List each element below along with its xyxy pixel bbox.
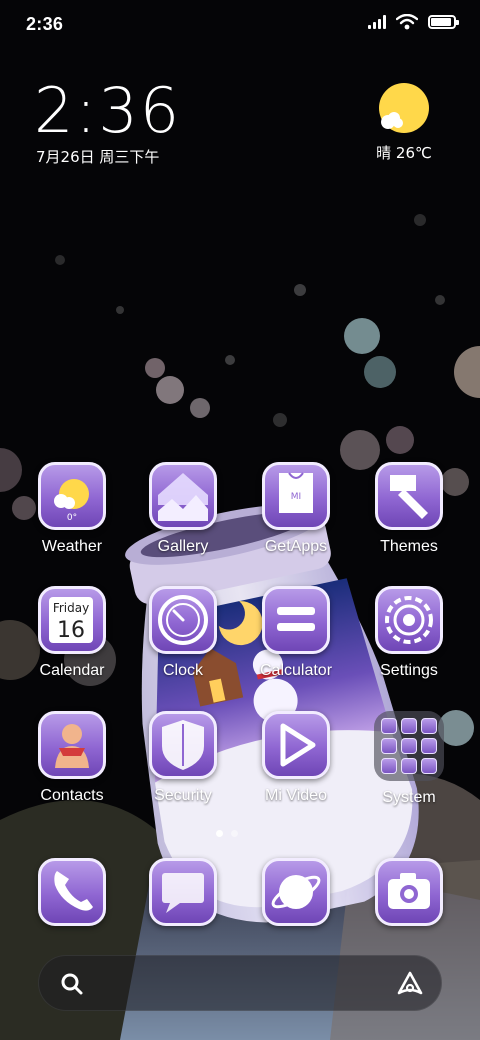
app-gallery[interactable]: Gallery bbox=[128, 462, 238, 556]
page-dot-active bbox=[216, 830, 223, 837]
app-contacts[interactable]: Contacts bbox=[17, 711, 127, 805]
folder-icon bbox=[374, 711, 444, 781]
messages-icon bbox=[149, 858, 217, 926]
signal-icon bbox=[368, 15, 386, 29]
app-settings[interactable]: Settings bbox=[354, 586, 464, 680]
getapps-icon: MI bbox=[262, 462, 330, 530]
weather-icon-badge: 0° bbox=[67, 513, 77, 523]
app-system-folder[interactable]: System bbox=[354, 711, 464, 807]
dock-browser[interactable] bbox=[241, 858, 351, 926]
app-calculator[interactable]: Calculator bbox=[241, 586, 351, 680]
app-label: Settings bbox=[380, 662, 438, 679]
assistant-icon[interactable] bbox=[395, 969, 425, 999]
status-icons bbox=[368, 14, 459, 30]
getapps-icon-badge: MI bbox=[291, 492, 301, 502]
app-label: GetApps bbox=[264, 538, 328, 555]
calendar-day-number: 16 bbox=[57, 618, 85, 643]
app-label: Weather bbox=[41, 538, 103, 555]
status-time: 2:36 bbox=[26, 14, 64, 34]
calculator-icon bbox=[262, 586, 330, 654]
video-play-icon bbox=[262, 711, 330, 779]
app-label: Security bbox=[154, 787, 212, 804]
app-security[interactable]: Security bbox=[128, 711, 238, 805]
calendar-icon: Friday 16 bbox=[38, 586, 106, 654]
browser-icon bbox=[262, 858, 330, 926]
dock-messages[interactable] bbox=[128, 858, 238, 926]
security-shield-icon bbox=[149, 711, 217, 779]
weather-widget[interactable]: 晴 26℃ bbox=[364, 82, 444, 163]
gallery-icon bbox=[149, 462, 217, 530]
calendar-day-name: Friday bbox=[53, 601, 89, 615]
camera-icon bbox=[375, 858, 443, 926]
app-getapps[interactable]: MI GetApps bbox=[241, 462, 351, 556]
battery-icon bbox=[428, 15, 459, 29]
app-label: Calendar bbox=[39, 662, 105, 679]
dock-camera[interactable] bbox=[354, 858, 464, 926]
battery-level bbox=[431, 18, 451, 26]
app-label: Themes bbox=[380, 538, 438, 555]
app-weather[interactable]: 0° Weather bbox=[17, 462, 127, 556]
themes-brush-icon bbox=[375, 462, 443, 530]
status-bar: 2:36 bbox=[0, 0, 480, 50]
app-label: Calculator bbox=[259, 662, 333, 679]
dock-phone[interactable] bbox=[17, 858, 127, 926]
app-clock[interactable]: Clock bbox=[128, 586, 238, 680]
app-mi-video[interactable]: Mi Video bbox=[241, 711, 351, 805]
app-themes[interactable]: Themes bbox=[354, 462, 464, 556]
clock-widget-date[interactable]: 7月26日 周三下午 bbox=[36, 146, 159, 167]
app-label: Mi Video bbox=[265, 787, 327, 804]
page-dot bbox=[231, 830, 238, 837]
search-icon[interactable] bbox=[59, 971, 85, 997]
weather-icon: 0° bbox=[38, 462, 106, 530]
sun-cloud-icon bbox=[378, 82, 430, 134]
weather-text: 晴 26℃ bbox=[376, 144, 432, 162]
app-calendar[interactable]: Friday 16 Calendar bbox=[17, 586, 127, 680]
clock-widget-time[interactable]: 2:36 bbox=[34, 78, 181, 144]
search-bar[interactable] bbox=[38, 955, 442, 1011]
app-label: System bbox=[382, 789, 436, 806]
settings-gear-icon bbox=[375, 586, 443, 654]
clock-icon bbox=[149, 586, 217, 654]
contacts-icon bbox=[38, 711, 106, 779]
page-indicator bbox=[216, 830, 238, 837]
phone-icon bbox=[38, 858, 106, 926]
app-label: Clock bbox=[162, 662, 203, 679]
app-label: Contacts bbox=[40, 787, 104, 804]
wifi-icon bbox=[396, 14, 418, 30]
app-label: Gallery bbox=[157, 538, 209, 555]
